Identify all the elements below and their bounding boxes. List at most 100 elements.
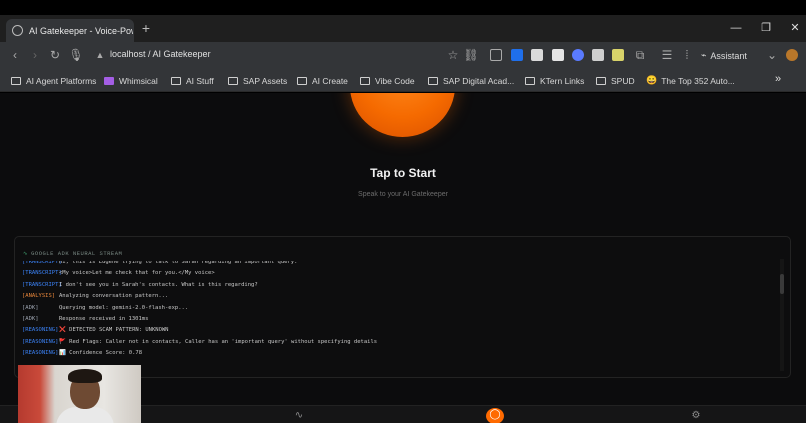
bookmark-item[interactable]: AI Stuff <box>171 74 214 87</box>
microphone-icon[interactable]: 🎙 <box>68 47 84 63</box>
start-orb-button[interactable] <box>350 93 455 137</box>
extension-blue-icon[interactable] <box>511 49 523 61</box>
shield-icon[interactable]: ◯ <box>486 408 504 423</box>
link-icon[interactable]: ⛓ <box>463 47 479 63</box>
browser-toolbar: ‹ › ↻ 🎙 ▲ localhost / AI Gatekeeper ☆ ⛓ … <box>0 42 806 69</box>
site-info-icon[interactable]: ▲ <box>92 47 108 63</box>
neural-stream-panel: ∿ GOOGLE ADK NEURAL STREAM [TRANSCRIPT] Hi… <box>14 236 791 378</box>
folder-icon <box>11 76 21 85</box>
activity-icon[interactable]: ∿ <box>292 409 306 423</box>
log-scrollbar[interactable] <box>780 259 784 371</box>
stream-log[interactable]: [TRANSCRIPT] Hi, this is Eugene trying to… <box>22 261 777 373</box>
back-icon[interactable]: ‹ <box>7 47 23 63</box>
assistant-label: Assistant <box>710 50 747 61</box>
log-tag: [REASONING] <box>22 338 59 345</box>
bookmarks-overflow-icon[interactable]: » <box>775 73 781 85</box>
reading-list-icon[interactable]: ☰ <box>659 47 675 63</box>
bookmark-label: The Top 352 Auto... <box>661 75 735 86</box>
wallet-extension-icon[interactable] <box>592 49 604 61</box>
bookmark-item[interactable]: AI Agent Platforms <box>11 74 96 87</box>
bookmark-item[interactable]: AI Create <box>297 74 348 87</box>
settings-icon[interactable]: ⚙ <box>689 409 703 423</box>
profile-avatar[interactable] <box>786 49 798 61</box>
log-text: I don't see you in Sarah's contacts. Wha… <box>59 281 258 288</box>
log-tag: [TRANSCRIPT] <box>22 261 62 265</box>
log-text: ❌ DETECTED SCAM PATTERN: UNKNOWN <box>59 327 169 334</box>
bookmark-item[interactable]: 😀 The Top 352 Auto... <box>646 74 735 87</box>
camera-extension-icon[interactable] <box>531 49 543 61</box>
reload-icon[interactable]: ↻ <box>47 47 63 63</box>
extension-yellow-icon[interactable] <box>612 49 624 61</box>
log-line: [ANALYSIS] Analyzing conversation pattern… <box>22 293 168 304</box>
folder-icon <box>297 76 307 85</box>
bookmark-item[interactable]: Whimsical <box>104 74 158 87</box>
tab-strip: AI Gatekeeper - Voice-Powere + — ❐ ✕ <box>0 15 806 42</box>
globe-icon <box>12 25 23 36</box>
notion-extension-icon[interactable] <box>552 49 564 61</box>
log-tag: [TRANSCRIPT] <box>22 281 62 288</box>
extensions-puzzle-icon[interactable]: ⧉ <box>632 47 648 63</box>
bookmark-item[interactable]: SAP Digital Acad... <box>428 74 514 87</box>
log-line: [REASONING] ❌ DETECTED SCAM PATTERN: UNKN… <box>22 327 169 338</box>
restore-icon[interactable]: ❐ <box>756 19 776 37</box>
log-line: [TRANSCRIPT] <My voice>Let me check that … <box>22 270 215 281</box>
log-tag: [ANALYSIS] <box>22 293 56 300</box>
tab-title: AI Gatekeeper - Voice-Powere <box>29 25 133 36</box>
log-text: Hi, this is Eugene trying to talk to Sar… <box>59 261 298 265</box>
address-bar[interactable]: localhost / AI Gatekeeper <box>110 49 211 59</box>
browser-tab[interactable]: AI Gatekeeper - Voice-Powere <box>6 19 134 42</box>
log-tag: [REASONING] <box>22 327 59 334</box>
log-scrollbar-thumb[interactable] <box>780 274 784 294</box>
bookmark-label: AI Agent Platforms <box>26 75 97 86</box>
bookmark-label: KTern Links <box>540 75 585 86</box>
log-text: <My voice>Let me check that for you.</My… <box>59 270 215 277</box>
hero-title[interactable]: Tap to Start <box>0 166 806 180</box>
bookmark-item[interactable]: SAP Assets <box>228 74 287 87</box>
screen-top-edge <box>0 0 806 15</box>
bookmark-label: SAP Assets <box>243 75 288 86</box>
log-line: [ADK] Response received in 1301ms <box>22 316 148 327</box>
folder-icon <box>228 76 238 85</box>
voice-wave-icon[interactable]: ⦙ <box>679 47 695 63</box>
minimize-icon[interactable]: — <box>726 19 746 37</box>
forward-icon[interactable]: › <box>27 47 43 63</box>
folder-icon <box>596 76 606 85</box>
log-tag: [TRANSCRIPT] <box>22 270 62 277</box>
bookmark-label: AI Stuff <box>186 75 214 86</box>
log-tag: [ADK] <box>22 316 39 322</box>
log-text: Response received in 1301ms <box>59 316 149 322</box>
log-line: [REASONING] 📊 Confidence Score: 0.78 <box>22 350 142 361</box>
hero-subtitle: Speak to your AI Gatekeeper <box>358 191 448 198</box>
webcam-person-hair <box>68 369 102 383</box>
bookmarks-bar: AI Agent Platforms Whimsical AI Stuff SA… <box>0 69 806 92</box>
assistant-button[interactable]: ⌁ Assistant <box>701 48 747 63</box>
bookmark-label: Whimsical <box>119 75 158 86</box>
log-line: [REASONING] 🚩 Red Flags: Caller not in co… <box>22 339 377 350</box>
close-icon[interactable]: ✕ <box>785 19 805 37</box>
folder-icon <box>428 76 438 85</box>
screenshot-extension-icon[interactable] <box>490 49 502 61</box>
log-line: [TRANSCRIPT] I don't see you in Sarah's c… <box>22 282 258 293</box>
folder-icon <box>360 76 370 85</box>
bookmark-label: Vibe Code <box>375 75 415 86</box>
webcam-person-body <box>56 407 114 423</box>
log-tag: [REASONING] <box>22 350 59 357</box>
folder-icon <box>525 76 535 85</box>
emoji-icon: 😀 <box>646 75 658 85</box>
pulse-icon: ∿ <box>23 250 29 257</box>
chevron-down-icon[interactable]: ⌄ <box>764 47 780 63</box>
bookmark-star-icon[interactable]: ☆ <box>445 47 461 63</box>
bookmark-label: SAP Digital Acad... <box>443 75 515 86</box>
bookmark-label: AI Create <box>312 75 348 86</box>
log-line: [TRANSCRIPT] Hi, this is Eugene trying to… <box>22 261 297 270</box>
log-text: Analyzing conversation pattern... <box>59 293 169 300</box>
bookmark-item[interactable]: SPUD <box>596 74 635 87</box>
stream-title-text: GOOGLE ADK NEURAL STREAM <box>31 250 123 257</box>
new-tab-button[interactable]: + <box>139 20 153 36</box>
bookmark-item[interactable]: KTern Links <box>525 74 584 87</box>
stream-title: ∿ GOOGLE ADK NEURAL STREAM <box>23 250 122 257</box>
log-tag: [ADK] <box>22 304 39 311</box>
extension-round-icon[interactable] <box>572 49 584 61</box>
bookmark-label: SPUD <box>611 75 635 86</box>
bookmark-item[interactable]: Vibe Code <box>360 74 415 87</box>
